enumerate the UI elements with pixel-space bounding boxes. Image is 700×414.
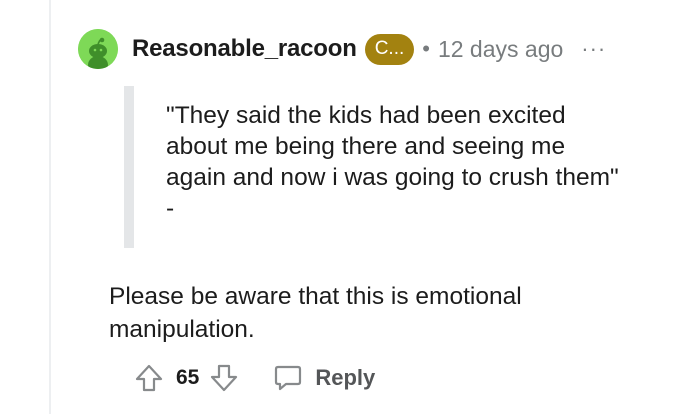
more-options-icon[interactable]: ··· (581, 36, 606, 62)
vote-count: 65 (176, 366, 200, 389)
comment-actions: 65 Reply (134, 361, 375, 395)
thread-line[interactable] (49, 0, 51, 414)
reply-button[interactable]: Reply (273, 363, 375, 393)
quote-bar (124, 86, 134, 248)
comment-container: Reasonable_racoon C... • 12 days ago ···… (0, 0, 700, 414)
comment-timestamp[interactable]: 12 days ago (438, 36, 563, 63)
comment-header: Reasonable_racoon C... • 12 days ago ··· (78, 28, 606, 70)
author-username[interactable]: Reasonable_racoon (132, 35, 357, 63)
quote-text: "They said the kids had been excited abo… (166, 102, 619, 222)
quoted-text-block: "They said the kids had been excited abo… (124, 86, 644, 248)
snoo-avatar-icon[interactable] (78, 29, 118, 69)
user-flair-badge: C... (364, 33, 415, 65)
speech-bubble-icon (273, 363, 303, 393)
reply-label: Reply (315, 365, 376, 390)
comment-body: Please be aware that this is emotional m… (109, 283, 522, 343)
downvote-arrow-icon[interactable] (209, 363, 239, 393)
meta-separator: • (422, 36, 430, 61)
upvote-arrow-icon[interactable] (134, 363, 164, 393)
